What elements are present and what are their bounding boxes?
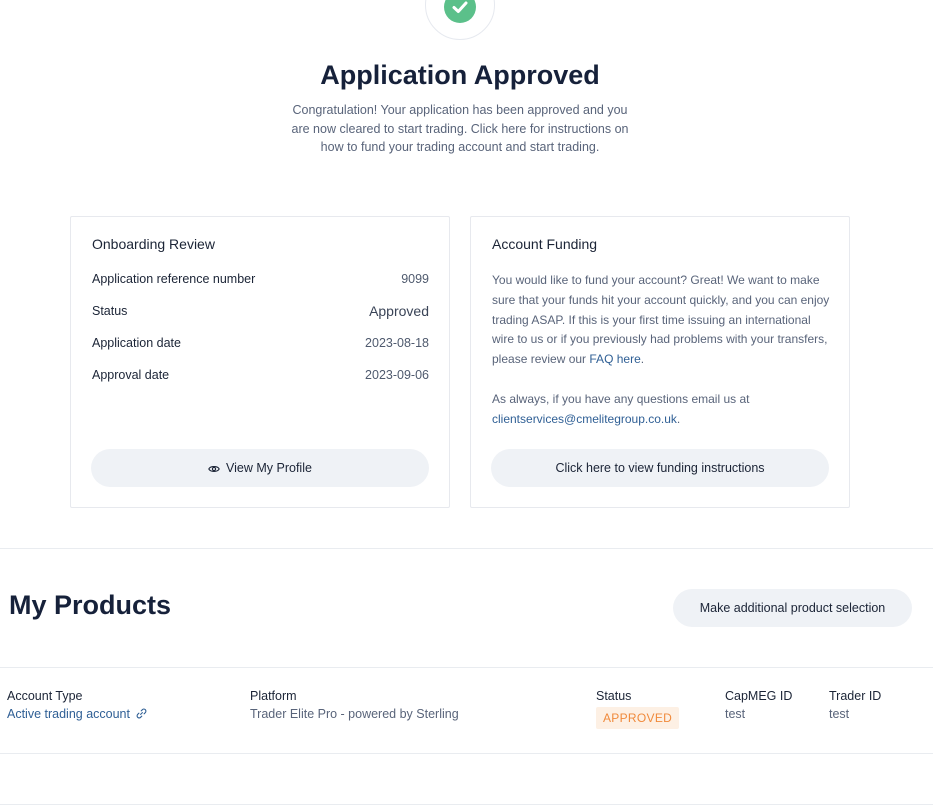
info-value: Approved [369,303,429,319]
table-row-divider [0,753,933,754]
column-header: CapMEG ID [725,689,793,703]
info-label: Status [92,304,128,318]
trader-id-column: Trader ID test [829,689,881,721]
info-row-application-date: Application date 2023-08-18 [92,336,429,356]
info-value: 2023-08-18 [365,336,429,350]
approval-message: Congratulation! Your application has bee… [291,103,629,154]
onboarding-review-title: Onboarding Review [92,236,215,252]
info-row-status: Status Approved [92,303,429,324]
view-profile-button[interactable]: View My Profile [91,449,429,487]
column-header: Status [596,689,632,703]
capmeg-id-cell: test [725,707,746,721]
platform-cell: Trader Elite Pro - powered by Sterling [250,707,459,721]
faq-link[interactable]: FAQ here [589,352,640,366]
table-top-divider [0,667,933,668]
info-label: Approval date [92,368,170,382]
info-label: Application reference number [92,272,256,286]
trader-id-cell: test [829,707,850,721]
contact-text: As always, if you have any questions ema… [492,391,750,406]
account-funding-title: Account Funding [492,236,598,252]
products-title: My Products [9,590,172,620]
approved-badge-circle [425,0,495,40]
capmeg-id-column: CapMEG ID test [725,689,792,721]
column-header: Platform [250,689,297,703]
section-divider [0,548,933,549]
funding-description: You would like to fund your account? Gre… [492,271,830,429]
contact-text-end: . [676,411,681,426]
account-type-link[interactable]: Active trading account [7,707,130,721]
info-value: 9099 [401,272,429,286]
onboarding-review-card: Onboarding Review Application reference … [70,216,450,508]
info-row-reference: Application reference number 9099 [92,272,429,292]
check-icon [444,0,476,23]
info-label: Application date [92,336,181,350]
page-title: Application Approved [320,60,600,90]
funding-instructions-button[interactable]: Click here to view funding instructions [491,449,829,487]
info-row-approval-date: Approval date 2023-09-06 [92,368,429,388]
info-value: 2023-09-06 [365,368,429,382]
view-profile-label: View My Profile [226,461,312,475]
account-type-cell: Active trading account [7,707,147,722]
status-badge: APPROVED [596,707,680,729]
funding-text: You would like to fund your account? Gre… [492,273,830,367]
column-header: Account Type [7,689,83,703]
column-header: Trader ID [829,689,882,703]
account-funding-card: Account Funding You would like to fund y… [470,216,850,508]
platform-column: Platform Trader Elite Pro - powered by S… [250,689,459,721]
eye-icon [208,463,220,473]
add-product-button[interactable]: Make additional product selection [673,589,912,627]
account-type-column: Account Type Active trading account [7,689,147,722]
table-bottom-divider [0,804,933,805]
funding-text-end: . [640,352,645,367]
email-link[interactable]: clientservices@cmelitegroup.co.uk [492,412,677,426]
link-icon[interactable] [136,708,147,722]
status-column: Status APPROVED [596,689,680,729]
